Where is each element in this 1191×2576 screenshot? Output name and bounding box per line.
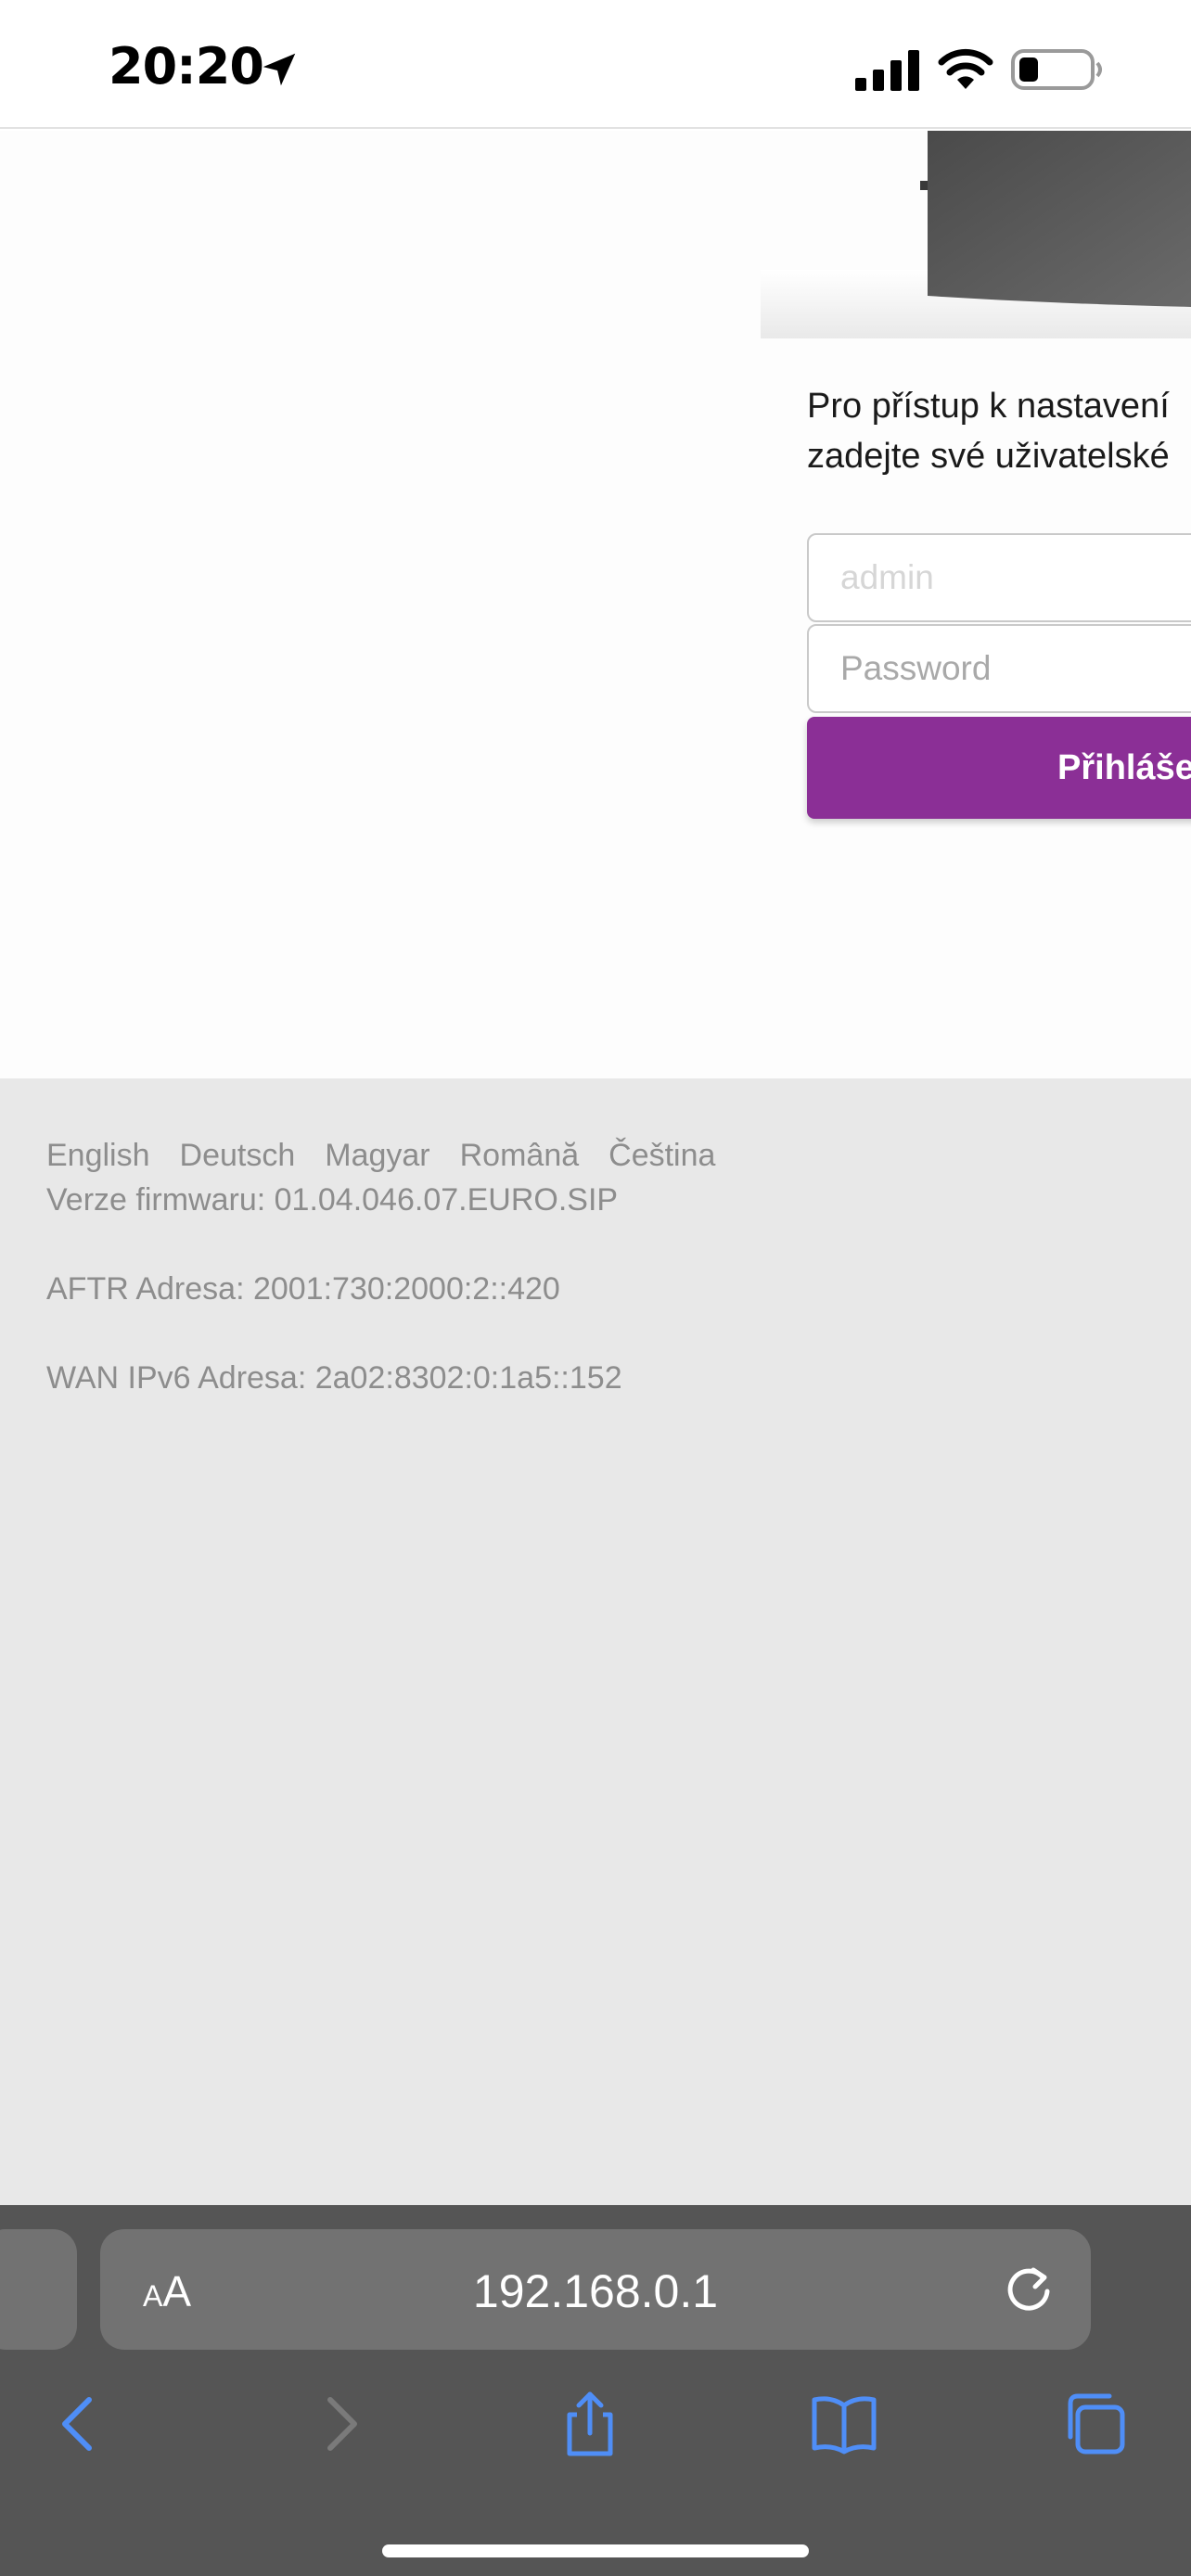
firmware-version: Verze firmwaru: 01.04.046.07.EURO.SIP [46,1182,619,1218]
reload-icon[interactable] [1002,2263,1056,2316]
tabs-icon[interactable] [1059,2387,1133,2461]
home-indicator [382,2544,809,2557]
status-bar: 20:20 [0,0,1191,129]
browser-toolbar: AA 192.168.0.1 [0,2205,1191,2576]
status-time: 20:20 [109,37,264,96]
address-bar[interactable]: AA 192.168.0.1 [100,2229,1091,2350]
language-link-english[interactable]: English [46,1138,150,1174]
router-login-page: Pro přístup k nastavení zadejte své uživ… [0,131,1191,1078]
intro-line-2: zadejte své uživatelské [807,437,1170,476]
router-device-image [761,131,1191,338]
language-link-deutsch[interactable]: Deutsch [180,1138,296,1174]
bookmarks-icon[interactable] [807,2387,881,2461]
previous-tab-preview[interactable] [0,2229,77,2350]
language-selector: English Deutsch Magyar Română Čeština [46,1138,745,1174]
password-input[interactable] [807,624,1191,713]
cellular-signal-icon [855,50,919,91]
location-arrow-icon [263,53,296,86]
url-text: 192.168.0.1 [472,2265,719,2317]
back-icon[interactable] [43,2387,117,2461]
aftr-address: AFTR Adresa: 2001:730:2000:2::420 [46,1271,560,1307]
language-link-cestina[interactable]: Čeština [608,1138,715,1174]
intro-line-1: Pro přístup k nastavení [807,387,1170,426]
language-link-magyar[interactable]: Magyar [325,1138,429,1174]
forward-icon[interactable] [302,2387,377,2461]
wifi-icon [938,48,993,89]
battery-icon [1011,49,1102,90]
username-input[interactable] [807,533,1191,622]
language-link-romana[interactable]: Română [460,1138,580,1174]
wan-ipv6-address: WAN IPv6 Adresa: 2a02:8302:0:1a5::152 [46,1360,622,1396]
share-icon[interactable] [553,2387,627,2461]
page-footer: English Deutsch Magyar Română Čeština Verze … [0,1078,1191,2205]
login-button[interactable]: Přihláše [807,717,1191,819]
login-intro-text: Pro přístup k nastavení zadejte své uživ… [807,381,1191,481]
